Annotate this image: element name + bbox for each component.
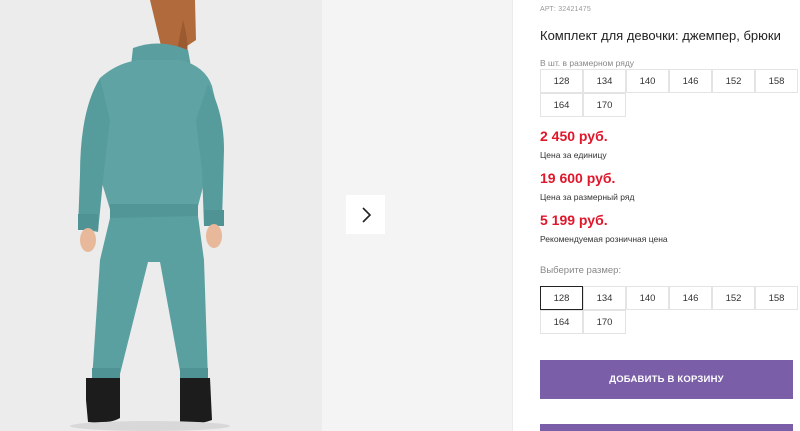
chevron-right-icon (361, 206, 371, 223)
size-option[interactable]: 170 (583, 310, 626, 334)
size-range-cell: 128 (540, 69, 583, 93)
size-range-cell: 158 (755, 69, 798, 93)
retail-price: 5 199 руб. (540, 212, 608, 228)
product-photo[interactable] (0, 0, 322, 431)
size-option[interactable]: 152 (712, 286, 755, 310)
size-option[interactable]: 140 (626, 286, 669, 310)
secondary-action-button[interactable] (540, 424, 793, 431)
size-option[interactable]: 164 (540, 310, 583, 334)
add-to-cart-button[interactable]: ДОБАВИТЬ В КОРЗИНУ (540, 360, 793, 399)
size-option[interactable]: 146 (669, 286, 712, 310)
range-price-note: Цена за размерный ряд (540, 192, 635, 202)
retail-price-note: Рекомендуемая розничная цена (540, 234, 668, 244)
size-range-cell: 140 (626, 69, 669, 93)
unit-price: 2 450 руб. (540, 128, 608, 144)
size-option-selected[interactable]: 128 (540, 286, 583, 310)
product-title: Комплект для девочки: джемпер, брюки (540, 28, 781, 43)
gallery-next-button[interactable] (346, 195, 385, 234)
size-range-cell: 134 (583, 69, 626, 93)
size-range-cell: 164 (540, 93, 583, 117)
girl-in-knit-set-image (0, 0, 322, 431)
size-range-label: В шт. в размерном ряду (540, 58, 635, 68)
size-range-cell: 170 (583, 93, 626, 117)
size-range-cell: 152 (712, 69, 755, 93)
choose-size-label: Выберите размер: (540, 265, 622, 276)
unit-price-note: Цена за единицу (540, 150, 607, 160)
product-gallery (0, 0, 512, 431)
size-option[interactable]: 134 (583, 286, 626, 310)
panel-divider (512, 0, 513, 431)
size-option[interactable]: 158 (755, 286, 798, 310)
range-price: 19 600 руб. (540, 170, 616, 186)
product-sku: АРТ: 32421475 (540, 6, 591, 13)
size-range-cell: 146 (669, 69, 712, 93)
